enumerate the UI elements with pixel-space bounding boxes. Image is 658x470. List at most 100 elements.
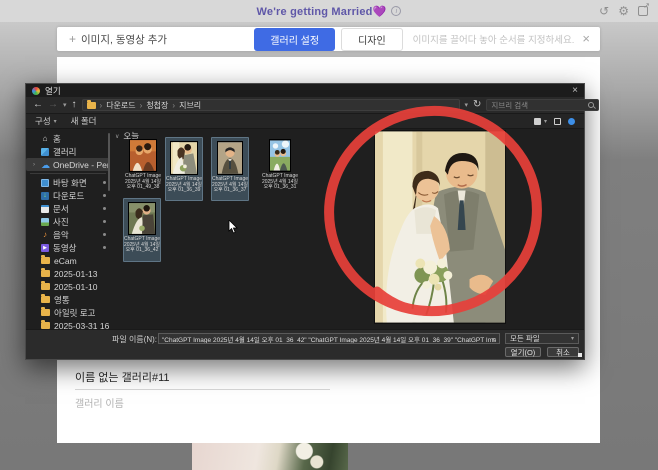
preview-pane-icon[interactable] (554, 118, 561, 125)
view-mode-button[interactable]: ▾ (534, 118, 547, 125)
dialog-navbar: ← → ▾ ↑ › 다운로드 › 청첩장 › 지브리 ▾ ↻ (26, 97, 584, 114)
music-icon (41, 231, 49, 239)
folder-icon (41, 309, 50, 316)
breadcrumb-wedding[interactable]: 청첩장 (146, 100, 168, 111)
recent-locations-icon[interactable]: ▾ (63, 101, 67, 109)
onedrive-status-icon[interactable] (568, 118, 575, 125)
gallery-toolbar: + 이미지, 동영상 추가 갤러리 설정 디자인 이미지를 끌어다 놓아 순서를… (57, 27, 600, 51)
gallery-icon (41, 148, 49, 156)
view-mode-icon (534, 118, 541, 125)
onedrive-cloud-icon (41, 161, 49, 169)
documents-icon (41, 205, 49, 213)
folder-icon (41, 283, 50, 290)
back-icon[interactable]: ← (33, 100, 43, 110)
open-file-dialog: 열기 × ← → ▾ ↑ › 다운로드 › 청첩장 › 지브리 ▾ ↻ 구성 ▾… (25, 83, 585, 360)
gallery-settings-button[interactable]: 갤러리 설정 (254, 28, 335, 51)
sidebar-item-pictures[interactable]: 사진 (26, 215, 110, 228)
preview-pane (356, 129, 584, 329)
cancel-button[interactable]: 취소 (547, 347, 579, 357)
sidebar-item-gallery[interactable]: 갤러리 (26, 145, 110, 158)
pin-icon (103, 233, 106, 236)
sidebar-item-home[interactable]: 홈 (26, 132, 110, 145)
gallery-name-input[interactable]: 이름 없는 갤러리#11 (75, 369, 330, 390)
settings-gear-icon[interactable]: ⚙ (618, 5, 629, 17)
folder-icon (41, 322, 50, 329)
sidebar-item-onedrive[interactable]: › OneDrive - Pers (26, 158, 110, 171)
downloads-icon (41, 192, 49, 200)
open-button[interactable]: 열기(O) (505, 347, 541, 357)
chevron-down-icon: ▾ (54, 118, 57, 125)
refresh-icon[interactable]: ↻ (473, 100, 481, 110)
organize-menu[interactable]: 구성 ▾ (35, 115, 57, 127)
gallery-name-label: 갤러리 이름 (75, 395, 124, 410)
filename-label: 파일 이름(N): (112, 334, 157, 345)
app-icon (32, 87, 40, 95)
background-photo (192, 443, 348, 470)
chevron-down-icon: ▾ (544, 118, 547, 125)
chevron-right-icon: › (33, 162, 37, 168)
add-media-button[interactable]: + 이미지, 동영상 추가 (69, 32, 167, 47)
file-tile[interactable]: ChatGPT Image 2025년 4월 14일 오후 01_49_38 (122, 139, 164, 191)
thumbnail-image (128, 202, 156, 235)
sidebar-folder-2025-01-10[interactable]: 2025-01-10 (26, 280, 110, 293)
chevron-down-icon[interactable]: ▾ (492, 336, 495, 343)
pictures-icon (41, 218, 49, 226)
file-tile-selected[interactable]: ChatGPT Image 2025년 4월 14일 오후 01_36_42 (123, 198, 161, 262)
address-dropdown-icon[interactable]: ▾ (465, 101, 469, 109)
videos-icon (41, 244, 49, 252)
file-tile-selected[interactable]: ChatGPT Image 2025년 4월 14일 오후 01_36_37 (211, 137, 249, 201)
dialog-sidebar: 홈 갤러리 › OneDrive - Pers 바탕 화면 (26, 129, 110, 329)
desktop-icon (41, 179, 49, 187)
search-input[interactable] (491, 101, 588, 110)
history-icon[interactable]: ↺ (599, 5, 609, 17)
dialog-title: 열기 (45, 85, 61, 97)
sidebar-folder-2025-01-13[interactable]: 2025-01-13 (26, 267, 110, 280)
sidebar-divider (30, 173, 106, 174)
chevron-down-icon: ▾ (571, 335, 574, 342)
sidebar-folder-logo[interactable]: 아일릿 로고 (26, 306, 110, 319)
folder-icon (41, 296, 50, 303)
file-tile-selected[interactable]: ChatGPT Image 2025년 4월 14일 오후 01_36_39 (165, 137, 203, 201)
browser-topbar: We're getting Married💜 i ↺ ⚙ (0, 0, 658, 22)
folder-icon (87, 102, 96, 109)
thumbnail-image (217, 141, 243, 175)
file-name: ChatGPT Image 2025년 4월 14일 오후 01_36_42 (122, 237, 162, 254)
dialog-commandbar: 구성 ▾ 새 폴더 ▾ (26, 114, 584, 129)
info-icon[interactable]: i (391, 6, 401, 16)
sidebar-folder-ecam[interactable]: eCam (26, 254, 110, 267)
sidebar-item-downloads[interactable]: 다운로드 (26, 189, 110, 202)
dialog-close-icon[interactable]: × (572, 86, 578, 96)
sidebar-folder-video-call[interactable]: 영통 (26, 293, 110, 306)
filetype-select[interactable]: 모든 파일 ▾ (505, 333, 579, 344)
search-box[interactable] (486, 99, 599, 111)
pin-icon (103, 246, 106, 249)
up-icon[interactable]: ↑ (72, 100, 77, 110)
pin-icon (103, 207, 106, 210)
address-bar[interactable]: › 다운로드 › 청첩장 › 지브리 (82, 99, 460, 111)
drag-order-hint: 이미지를 끌어다 놓아 순서를 지정하세요. (413, 32, 575, 46)
file-name: ChatGPT Image 2025년 4월 14일 오후 01_36_31 (260, 174, 300, 191)
forward-icon[interactable]: → (48, 100, 58, 110)
dialog-titlebar[interactable]: 열기 × (26, 84, 584, 97)
share-icon[interactable] (638, 6, 648, 16)
preview-image[interactable] (374, 130, 506, 324)
breadcrumb-downloads[interactable]: 다운로드 (106, 100, 135, 111)
thumbnail-image (129, 139, 157, 172)
new-folder-button[interactable]: 새 폴더 (71, 115, 97, 127)
folder-icon (41, 257, 50, 264)
file-tile[interactable]: ChatGPT Image 2025년 4월 14일 오후 01_36_31 (259, 139, 301, 191)
design-button[interactable]: 디자인 (341, 28, 403, 51)
breadcrumb-ghibli[interactable]: 지브리 (179, 100, 201, 111)
sidebar-item-music[interactable]: 음악 (26, 228, 110, 241)
sidebar-item-desktop[interactable]: 바탕 화면 (26, 176, 110, 189)
sidebar-item-documents[interactable]: 문서 (26, 202, 110, 215)
close-icon[interactable]: × (582, 34, 590, 44)
resize-grip[interactable] (578, 353, 582, 357)
file-name: ChatGPT Image 2025년 4월 14일 오후 01_36_37 (210, 177, 250, 194)
plus-icon: + (69, 32, 76, 46)
file-name: ChatGPT Image 2025년 4월 14일 오후 01_36_39 (164, 177, 204, 194)
thumbnail-image (269, 139, 291, 172)
pin-icon (103, 181, 106, 184)
sidebar-item-videos[interactable]: 동영상 (26, 241, 110, 254)
filename-input[interactable] (158, 333, 500, 344)
